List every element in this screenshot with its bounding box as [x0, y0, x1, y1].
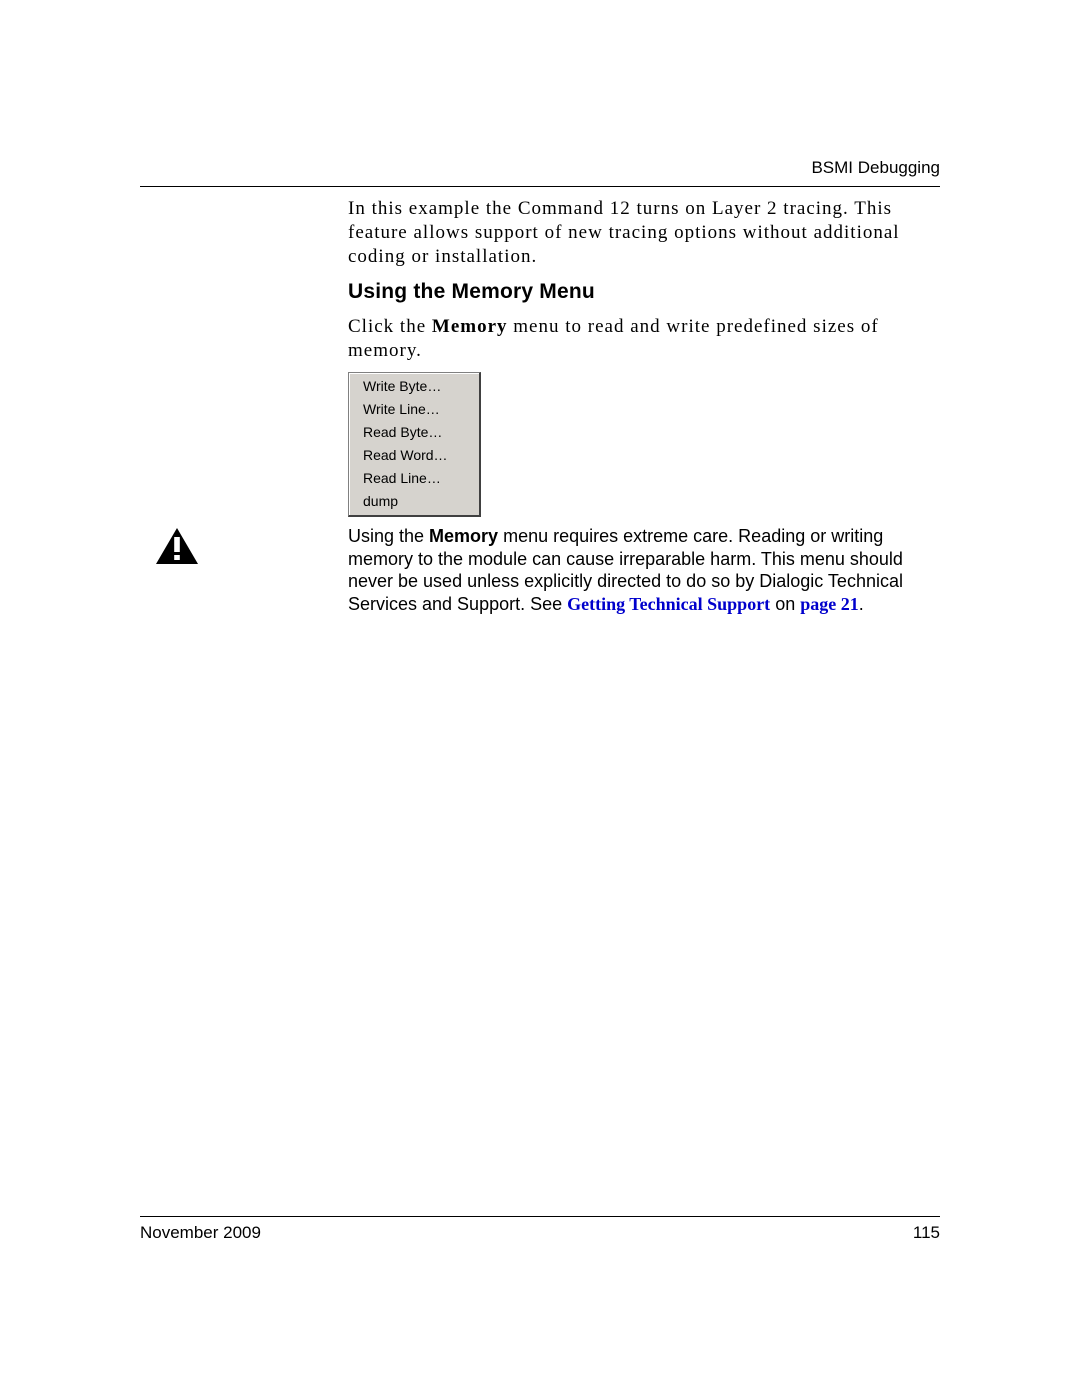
warning-text-mid: on — [770, 594, 800, 614]
section-paragraph: Click the Memory menu to read and write … — [348, 315, 940, 363]
page-header: BSMI Debugging — [140, 158, 940, 187]
menu-item-read-byte[interactable]: Read Byte… — [349, 421, 479, 444]
warning-icon — [155, 527, 199, 565]
link-page-ref[interactable]: page 21 — [800, 594, 859, 614]
page-footer: November 2009 115 — [140, 1216, 940, 1243]
header-title: BSMI Debugging — [140, 158, 940, 186]
section-text-prefix: Click the — [348, 316, 432, 337]
menu-item-write-byte[interactable]: Write Byte… — [349, 375, 479, 398]
footer-date: November 2009 — [140, 1223, 261, 1243]
menu-item-read-word[interactable]: Read Word… — [349, 444, 479, 467]
section-heading: Using the Memory Menu — [348, 280, 595, 304]
warning-text-end: . — [859, 594, 864, 614]
menu-item-dump[interactable]: dump — [349, 490, 479, 513]
menu-item-read-line[interactable]: Read Line… — [349, 467, 479, 490]
warning-text-a: Using the — [348, 526, 429, 546]
footer-rule — [140, 1216, 940, 1217]
menu-item-write-line[interactable]: Write Line… — [349, 398, 479, 421]
header-rule — [140, 186, 940, 187]
memory-menu[interactable]: Write Byte… Write Line… Read Byte… Read … — [348, 372, 481, 517]
link-getting-technical-support[interactable]: Getting Technical Support — [567, 594, 770, 614]
section-text-bold: Memory — [432, 316, 508, 337]
footer-page-number: 115 — [913, 1223, 940, 1243]
warning-block: Using the Memory menu requires extreme c… — [155, 525, 940, 615]
warning-text-bold: Memory — [429, 526, 498, 546]
intro-paragraph: In this example the Command 12 turns on … — [348, 197, 940, 268]
warning-text: Using the Memory menu requires extreme c… — [348, 525, 940, 615]
